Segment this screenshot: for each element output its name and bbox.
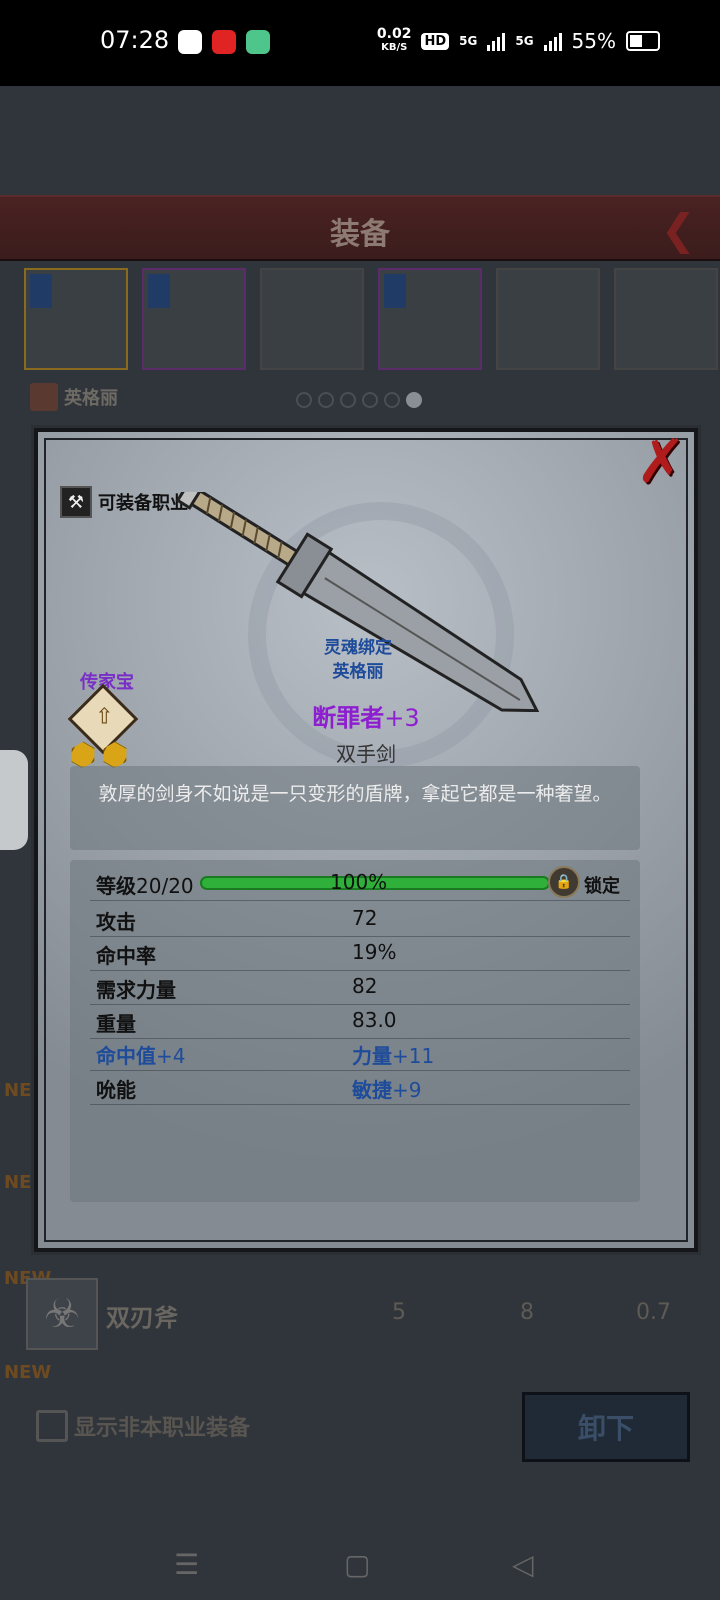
close-icon[interactable]: ✗ (632, 432, 690, 492)
stat-name: 重量 (96, 1012, 136, 1036)
item-row-value: 0.7 (636, 1300, 671, 1325)
battery-percent: 55% (571, 29, 616, 53)
page-dot[interactable] (318, 392, 334, 408)
soulbound-owner: 英格丽 (332, 662, 384, 682)
signal-icon (487, 31, 506, 51)
bonus-stat: 命中值+4 (96, 1044, 186, 1068)
item-row-value: 8 (520, 1300, 534, 1325)
bonus-row: 吮能 敏捷+9 (90, 1070, 630, 1105)
header-bar: 装备 ❮ (0, 195, 720, 261)
page-dot-active[interactable] (406, 392, 422, 408)
soulbound-label: 灵魂绑定 (324, 638, 392, 658)
page-indicator (296, 392, 422, 408)
back-icon[interactable]: ◁ (512, 1548, 534, 1581)
equip-slot-helmet[interactable] (260, 268, 364, 370)
page-dot[interactable] (340, 392, 356, 408)
item-row-name[interactable]: 双刃斧 (106, 1298, 178, 1333)
status-time: 07:28 (100, 26, 170, 54)
stat-value: 19% (352, 940, 397, 964)
bonus-stat: 力量+11 (352, 1044, 435, 1068)
network-speed: 0.02 KB/S (376, 26, 412, 53)
menu-icon[interactable]: ☰ (174, 1548, 199, 1581)
status-bar: 07:28 0.02 KB/S HD 5G 5G 55% (0, 0, 720, 86)
stats-panel: 等级20/20 100% 🔒 锁定 攻击 72 命中率 19% 需求力量 82 … (70, 860, 640, 1202)
bonus-stat: 吮能 (96, 1078, 136, 1102)
stat-value: 82 (352, 974, 378, 998)
app-notification-icon (178, 30, 202, 54)
banner-icon (30, 274, 52, 308)
bonus-stat: 敏捷+9 (352, 1078, 422, 1102)
item-type: 双手剑 (336, 742, 396, 766)
battery-icon (626, 31, 660, 51)
show-other-class-checkbox[interactable] (36, 1410, 68, 1442)
stat-row: 攻击 72 (90, 902, 630, 937)
page-dot[interactable] (296, 392, 312, 408)
hd-icon: HD (421, 32, 450, 50)
stat-name: 攻击 (96, 910, 136, 934)
character-owner: 英格丽 (30, 383, 118, 411)
back-arrow-icon[interactable]: ❮ (661, 205, 696, 254)
level-label: 等级20/20 (96, 874, 194, 898)
equipment-slots (24, 268, 718, 370)
edge-handle[interactable] (0, 750, 28, 850)
page-dot[interactable] (384, 392, 400, 408)
stat-name: 命中率 (96, 944, 156, 968)
class-icon: ⚒ (60, 486, 92, 518)
equip-slot-armor[interactable] (378, 268, 482, 370)
app-notification-icon (212, 30, 236, 54)
page-title: 装备 (330, 217, 390, 252)
item-description: 敦厚的剑身不如说是一只变形的盾牌，拿起它都是一种奢望。 (70, 766, 640, 850)
item-name: 断罪者+3 (38, 698, 694, 733)
lock-icon[interactable]: 🔒 (548, 866, 580, 898)
stat-row: 命中率 19% (90, 936, 630, 971)
bonus-row: 命中值+4 力量+11 (90, 1036, 630, 1071)
item-enhance: +3 (384, 704, 420, 732)
item-detail-dialog: ✗ ⚒ 可装备职业 传家宝 ⇧ 灵魂绑定 英格丽 断罪者+3 双手剑 敦厚的剑身… (34, 428, 698, 1252)
stat-value: 72 (352, 906, 378, 930)
stat-value: 83.0 (352, 1008, 397, 1032)
level-value: 20/20 (136, 874, 194, 898)
equip-slot-offhand[interactable] (142, 268, 246, 370)
app-notification-icon (246, 30, 270, 54)
system-nav-bar: ☰ ▢ ◁ (0, 1540, 720, 1600)
avatar (30, 383, 58, 411)
equip-slot-weapon[interactable] (24, 268, 128, 370)
new-tag: NEW (4, 1362, 52, 1383)
item-name-text: 断罪者 (312, 704, 385, 732)
stat-row: 重量 83.0 (90, 1004, 630, 1039)
signal-icon (543, 31, 562, 51)
lock-label[interactable]: 锁定 (584, 872, 620, 898)
unequip-button[interactable]: 卸下 (522, 1392, 690, 1462)
soulbound-info: 灵魂绑定 英格丽 (288, 636, 428, 684)
item-row-value: 5 (392, 1300, 406, 1325)
axe-icon[interactable]: ☣ (26, 1278, 98, 1350)
owner-name: 英格丽 (64, 388, 118, 409)
checkbox-label: 显示非本职业装备 (74, 1416, 251, 1441)
signal-5g-label: 5G (515, 34, 534, 48)
home-icon[interactable]: ▢ (344, 1548, 370, 1581)
equip-slot-ring[interactable] (614, 268, 718, 370)
stat-row: 需求力量 82 (90, 970, 630, 1005)
stat-name: 需求力量 (96, 978, 176, 1002)
banner-icon (148, 274, 170, 308)
page-dot[interactable] (362, 392, 378, 408)
level-progress-text: 100% (330, 870, 388, 894)
level-row: 等级20/20 100% 🔒 锁定 (90, 866, 630, 901)
signal-5g-label: 5G (459, 34, 478, 48)
equip-slot-boots[interactable] (496, 268, 600, 370)
banner-icon (384, 274, 406, 308)
